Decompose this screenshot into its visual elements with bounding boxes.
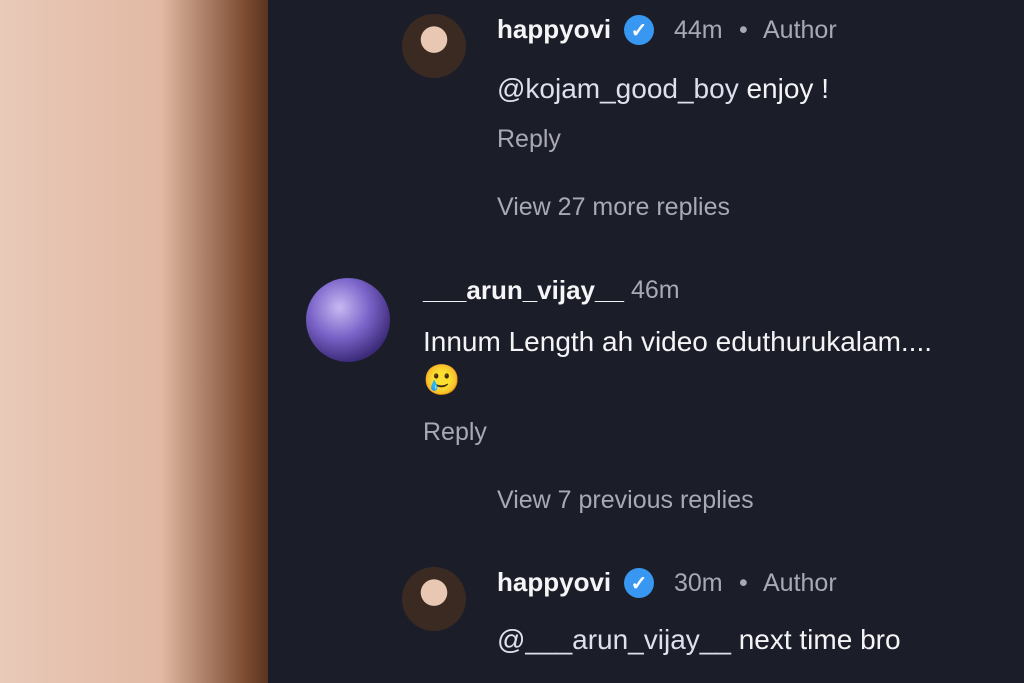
avatar[interactable] xyxy=(306,278,390,362)
profile-photo xyxy=(0,0,268,683)
comment-time: 30m xyxy=(674,569,723,597)
username[interactable]: happyovi xyxy=(497,567,611,598)
username[interactable]: ___arun_vijay__ xyxy=(423,275,624,306)
comment-time: 46m xyxy=(631,276,680,304)
comment-body: enjoy ! xyxy=(738,73,829,104)
comment-thread: happyovi ✓ 44m • Author @kojam_good_boy … xyxy=(268,0,1024,683)
avatar[interactable] xyxy=(402,14,466,78)
avatar[interactable] xyxy=(402,567,466,631)
crying-smile-emoji-icon: 🥲 xyxy=(423,364,461,397)
reply-button[interactable]: Reply xyxy=(497,125,561,154)
comment-text: @___arun_vijay__ next time bro xyxy=(497,624,901,656)
comment-text: Innum Length ah video eduthurukalam.... xyxy=(423,326,933,357)
comment-text: @kojam_good_boy enjoy ! xyxy=(497,73,829,105)
mention-link[interactable]: @kojam_good_boy xyxy=(497,73,739,104)
verified-badge-icon: ✓ xyxy=(624,15,654,45)
reply-button[interactable]: Reply xyxy=(423,418,487,447)
separator: • xyxy=(739,16,748,44)
username[interactable]: happyovi xyxy=(497,14,611,45)
separator: • xyxy=(739,569,748,597)
comment-body: next time bro xyxy=(730,624,901,655)
mention-link[interactable]: @___arun_vijay__ xyxy=(497,624,731,655)
view-more-replies-button[interactable]: View 27 more replies xyxy=(497,193,730,222)
comment-time: 44m xyxy=(674,16,723,44)
author-badge: Author xyxy=(763,16,837,44)
verified-badge-icon: ✓ xyxy=(624,568,654,598)
author-badge: Author xyxy=(763,569,837,597)
view-previous-replies-button[interactable]: View 7 previous replies xyxy=(497,486,754,515)
